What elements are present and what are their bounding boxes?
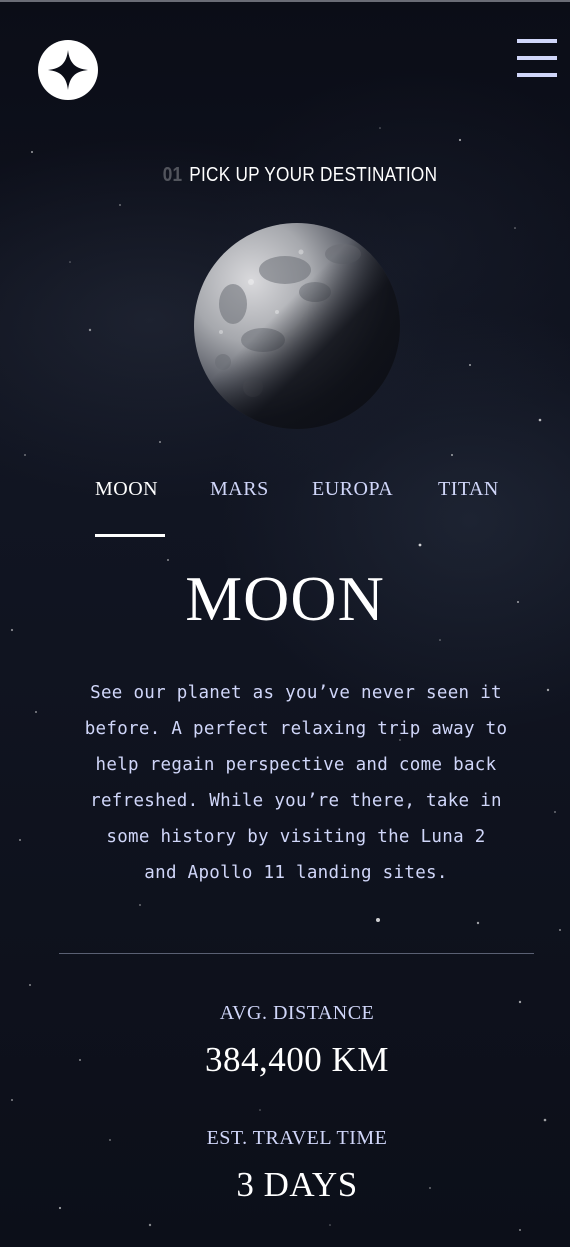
star-shape-icon: [48, 50, 88, 90]
star-logo-icon[interactable]: [38, 40, 98, 100]
active-tab-indicator: [95, 534, 165, 537]
description-line: help regain perspective and come back: [95, 755, 497, 775]
section-title-text: PICK UP YOUR DESTINATION: [189, 164, 438, 186]
moon-image: [194, 223, 400, 429]
section-heading: 01 PICK UP YOUR DESTINATION: [42, 164, 558, 187]
description-line: before. A perfect relaxing trip away to: [84, 719, 508, 739]
avg-distance-label: AVG. DISTANCE: [219, 1002, 375, 1024]
menu-bar: [517, 39, 557, 43]
tab-moon[interactable]: MOON: [95, 478, 158, 501]
description-line: some history by visiting the Luna 2: [106, 827, 486, 847]
top-border: [0, 0, 570, 2]
description-line: refreshed. While you’re there, take in: [90, 791, 502, 811]
travel-time-value: 3 DAYS: [236, 1165, 358, 1204]
menu-bar: [517, 56, 557, 60]
destination-page: 01 PICK UP YOUR DESTINATION MOON MARS EU…: [0, 0, 570, 1247]
description-line: and Apollo 11 landing sites.: [144, 863, 448, 883]
destination-description: See our planet as you’ve never seen it b…: [80, 675, 512, 891]
description-line: See our planet as you’ve never seen it: [90, 683, 502, 703]
travel-time-label: EST. TRAVEL TIME: [206, 1127, 388, 1149]
tab-mars[interactable]: MARS: [210, 478, 269, 501]
tab-europa[interactable]: EUROPA: [312, 478, 393, 501]
destination-tabs: MOON MARS EUROPA TITAN: [0, 478, 570, 538]
section-number: 01: [162, 164, 183, 186]
destination-name: MOON: [185, 563, 385, 634]
hamburger-menu-icon[interactable]: [517, 38, 557, 78]
avg-distance-value: 384,400 KM: [205, 1040, 389, 1079]
divider: [59, 953, 534, 954]
tab-titan[interactable]: TITAN: [438, 478, 499, 501]
menu-bar: [517, 73, 557, 77]
